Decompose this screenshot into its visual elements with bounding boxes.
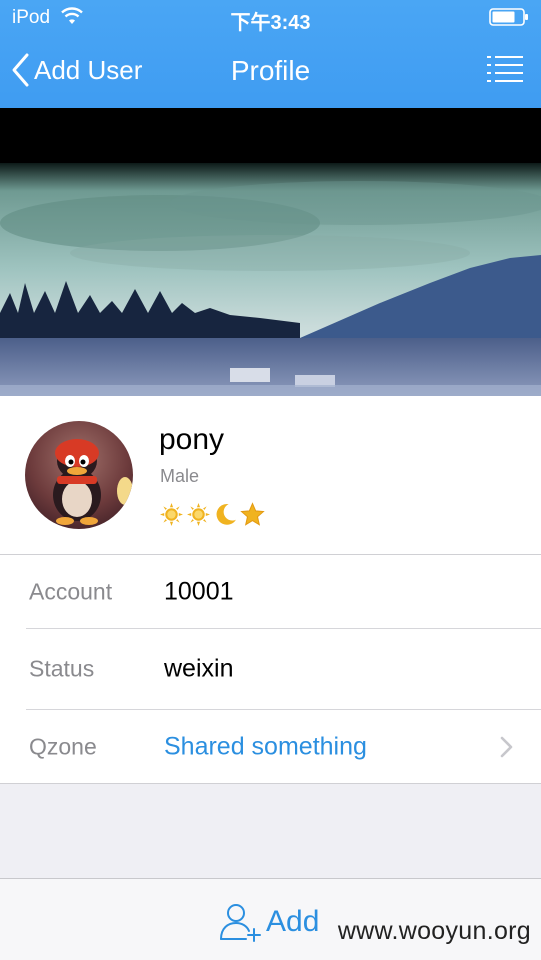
nav-bar: Add User Profile [0,38,541,104]
account-row: Account 10001 [0,555,541,628]
star-icon [240,502,265,527]
header: iPod 下午3:43 Add User Profile [0,0,541,108]
qzone-label: Qzone [29,733,97,759]
watermark-text: www.wooyun.org [337,917,531,945]
cover-photo [0,163,541,396]
qzone-row[interactable]: Qzone Shared something [0,709,541,784]
status-time: 下午3:43 [230,12,311,34]
sun-icon [186,502,211,527]
info-list: Account 10001 Status weixin Qzone Shared… [0,555,541,784]
moon-icon [213,502,238,527]
battery-icon [489,8,528,26]
status-label: Status [29,655,95,681]
add-button-label: Add [266,905,320,938]
cover-top-bar [0,108,541,163]
profile-card: pony Male [0,396,541,555]
add-friend-button[interactable]: Add [218,901,319,943]
add-user-icon [220,904,261,942]
avatar[interactable] [25,421,133,529]
status-row: Status weixin [0,628,541,709]
bottom-toolbar: Add www.wooyun.org [0,878,541,960]
profile-gender: Male [160,466,200,486]
status-value: weixin [164,654,234,682]
sun-icon [159,502,184,527]
status-bar: iPod 下午3:43 [0,0,541,34]
account-value: 10001 [164,577,234,605]
qzone-value[interactable]: Shared something [164,732,367,761]
menu-list-icon[interactable] [487,54,523,84]
page-title: Profile [230,55,311,86]
chevron-right-icon [500,736,513,757]
level-badges [159,502,265,527]
account-label: Account [29,578,113,604]
profile-name: pony [159,423,225,456]
